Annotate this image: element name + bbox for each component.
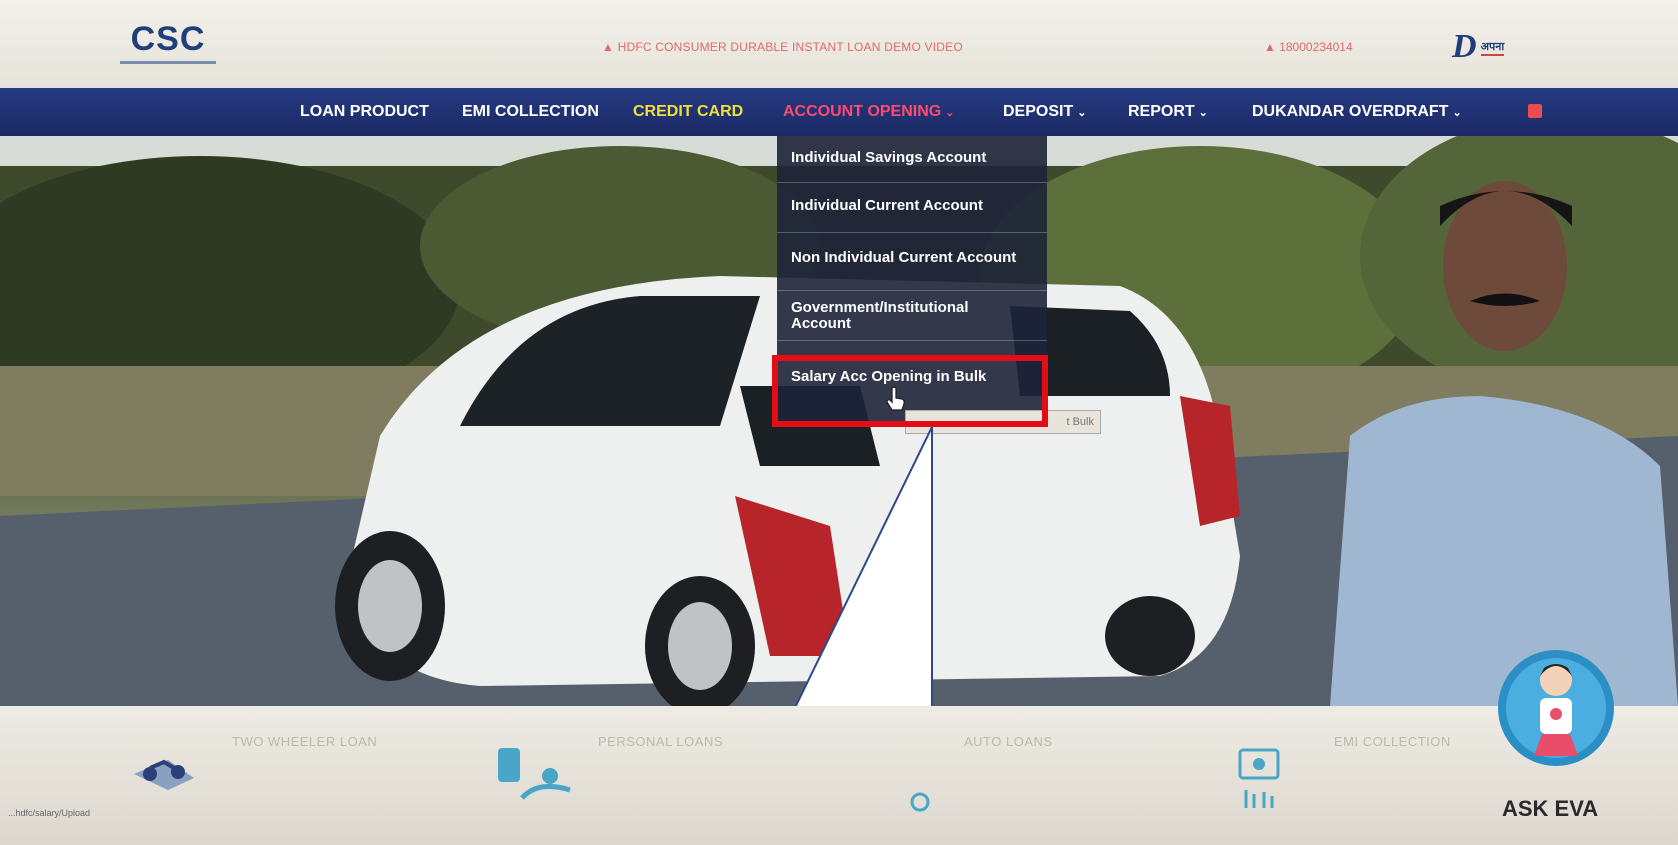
ask-eva-icon[interactable] bbox=[1494, 646, 1618, 770]
csc-logo[interactable]: CSC bbox=[118, 20, 218, 64]
nav-account-opening[interactable]: ACCOUNT OPENING ⌄ bbox=[783, 103, 954, 121]
nav-deposit[interactable]: DEPOSIT ⌄ bbox=[1003, 103, 1086, 121]
menu-divider bbox=[777, 290, 1047, 291]
product-strip: TWO WHEELER LOAN PERSONAL LOANS AUTO LOA… bbox=[0, 706, 1678, 845]
chevron-down-icon: ⌄ bbox=[1452, 107, 1462, 119]
partner-logo-text: अपना bbox=[1480, 39, 1505, 56]
flag-icon[interactable] bbox=[1528, 104, 1542, 118]
nav-report[interactable]: REPORT ⌄ bbox=[1128, 103, 1208, 121]
menu-divider bbox=[777, 340, 1047, 341]
chevron-down-icon: ⌄ bbox=[1077, 107, 1087, 119]
menu-item-government-institutional[interactable]: Government/Institutional Account bbox=[791, 300, 1031, 332]
helpline-number: ▲ 18000234014 bbox=[1264, 40, 1353, 54]
main-nav: LOAN PRODUCT EMI COLLECTION CREDIT CARD … bbox=[0, 88, 1678, 136]
money-hand-icon[interactable] bbox=[492, 744, 576, 808]
chevron-down-icon: ⌄ bbox=[945, 107, 955, 119]
nav-label: DUKANDAR OVERDRAFT bbox=[1252, 103, 1449, 120]
product-auto-loans[interactable]: AUTO LOANS bbox=[964, 734, 1053, 749]
hand-cursor-icon bbox=[886, 386, 905, 411]
nav-label: ACCOUNT OPENING bbox=[783, 103, 942, 120]
menu-divider bbox=[777, 182, 1047, 183]
nav-credit-card[interactable]: CREDIT CARD bbox=[633, 103, 743, 121]
nav-label: REPORT bbox=[1128, 103, 1195, 120]
menu-item-individual-savings[interactable]: Individual Savings Account bbox=[791, 150, 1031, 166]
menu-divider bbox=[777, 232, 1047, 233]
promo-link[interactable]: ▲ HDFC CONSUMER DURABLE INSTANT LOAN DEM… bbox=[602, 40, 963, 54]
car-icon[interactable] bbox=[902, 784, 938, 820]
partner-logo-mark: D bbox=[1452, 28, 1477, 65]
product-personal-loans[interactable]: PERSONAL LOANS bbox=[598, 734, 723, 749]
motorcycle-icon[interactable] bbox=[128, 744, 200, 796]
nav-label: EMI COLLECTION bbox=[462, 103, 599, 120]
menu-item-individual-current[interactable]: Individual Current Account bbox=[791, 198, 1031, 214]
nav-emi-collection[interactable]: EMI COLLECTION bbox=[462, 103, 599, 121]
chevron-down-icon: ⌄ bbox=[1198, 107, 1208, 119]
partner-logo: D अपना bbox=[1452, 28, 1505, 65]
card-icon[interactable] bbox=[1236, 746, 1282, 816]
ask-eva-label[interactable]: ASK EVA bbox=[1502, 796, 1598, 822]
product-emi-collection[interactable]: EMI COLLECTION bbox=[1334, 734, 1451, 749]
logo-underline bbox=[120, 61, 216, 64]
logo-text: CSC bbox=[130, 20, 206, 58]
nav-loan-product[interactable]: LOAN PRODUCT bbox=[300, 103, 429, 121]
status-url: ...hdfc/salary/Upload bbox=[8, 808, 91, 818]
nav-label: CREDIT CARD bbox=[633, 103, 744, 120]
menu-item-non-individual-current[interactable]: Non Individual Current Account bbox=[791, 250, 1031, 266]
top-header: CSC ▲ HDFC CONSUMER DURABLE INSTANT LOAN… bbox=[0, 0, 1678, 88]
nav-label: LOAN PRODUCT bbox=[300, 103, 429, 120]
highlight-box bbox=[772, 355, 1048, 427]
nav-dukandar-overdraft[interactable]: DUKANDAR OVERDRAFT ⌄ bbox=[1252, 103, 1462, 121]
nav-label: DEPOSIT bbox=[1003, 103, 1074, 120]
product-two-wheeler[interactable]: TWO WHEELER LOAN bbox=[232, 734, 377, 749]
